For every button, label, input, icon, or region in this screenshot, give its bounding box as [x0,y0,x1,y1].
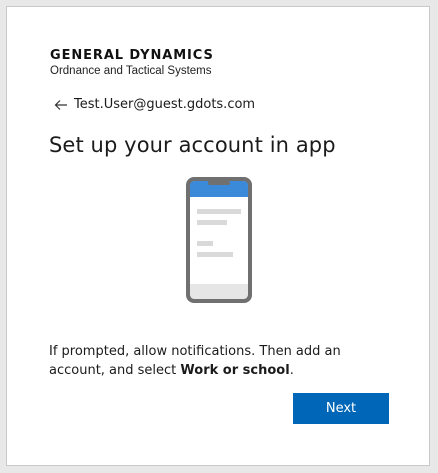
logo-division-name: Ordnance and Tactical Systems [50,65,212,77]
identity-banner[interactable]: Test.User@guest.gdots.com [54,97,255,112]
company-logo: GENERAL DYNAMICS Ordnance and Tactical S… [50,49,214,78]
page: GENERAL DYNAMICS Ordnance and Tactical S… [0,0,438,473]
back-arrow-icon[interactable] [54,98,68,112]
logo-company-name: GENERAL DYNAMICS [50,48,214,63]
sign-in-card: GENERAL DYNAMICS Ordnance and Tactical S… [6,6,430,466]
next-button[interactable]: Next [293,393,389,424]
instruction-text-end: . [289,363,294,378]
page-title: Set up your account in app [49,133,336,157]
instruction-text: If prompted, allow notifications. Then a… [49,342,389,380]
instruction-emphasis: Work or school [180,363,290,378]
smartphone-illustration [186,177,252,303]
account-email: Test.User@guest.gdots.com [74,97,256,112]
